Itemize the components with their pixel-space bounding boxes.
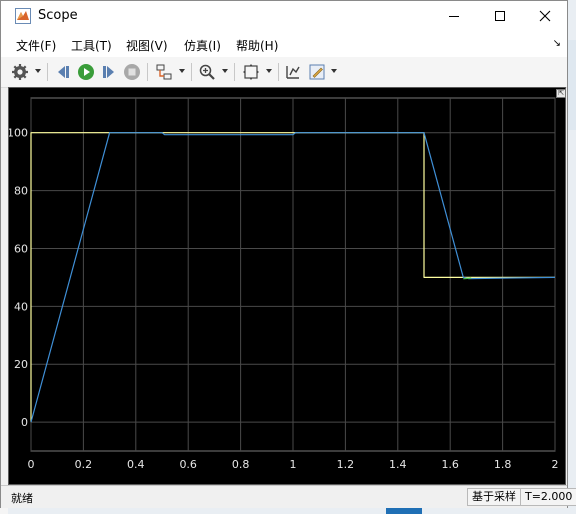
x-tick-label: 1.6	[441, 458, 459, 471]
x-tick-label: 1	[290, 458, 297, 471]
maximize-icon	[495, 11, 505, 21]
scope-display[interactable]: 0 0.2 0.4 0.6 0.8 1 1.2 1.4 1.6 1.8 2 0 20 40 60 80 100	[8, 87, 566, 485]
background-right-strip	[568, 40, 576, 130]
step-forward-button[interactable]	[99, 62, 119, 82]
fit-to-view-dropdown-arrow[interactable]	[266, 69, 272, 73]
minimize-button[interactable]	[431, 1, 477, 31]
menu-tools[interactable]: 工具(T)	[71, 37, 112, 54]
undock-axes-icon[interactable]: ⇱	[556, 89, 566, 98]
x-tick-label: 1.4	[389, 458, 407, 471]
toolbar-separator	[47, 63, 48, 81]
stop-button[interactable]	[122, 62, 142, 82]
y-tick-label: 0	[21, 416, 28, 429]
x-tick-label: 1.2	[337, 458, 355, 471]
menu-help[interactable]: 帮助(H)	[236, 37, 278, 54]
y-tick-label: 60	[14, 242, 28, 255]
stop-icon	[124, 64, 140, 80]
status-text: 就绪	[11, 492, 33, 505]
settings-dropdown-arrow[interactable]	[35, 69, 41, 73]
run-icon	[78, 64, 94, 80]
x-tick-label: 0.4	[127, 458, 145, 471]
menu-file[interactable]: 文件(F)	[16, 37, 56, 54]
run-button[interactable]	[76, 62, 96, 82]
simulation-time: T=2.000	[520, 488, 576, 506]
style-dropdown-arrow[interactable]	[331, 69, 337, 73]
fit-to-view-icon	[243, 64, 259, 80]
signal-tracing-icon	[156, 64, 172, 80]
dock-arrow-icon[interactable]: ↘	[553, 38, 561, 49]
style-icon	[309, 64, 325, 80]
fit-to-view-button[interactable]	[241, 62, 261, 82]
menu-view[interactable]: 视图(V)	[126, 37, 168, 54]
series-line-3	[463, 277, 472, 280]
maximize-button[interactable]	[477, 1, 523, 31]
gear-icon	[12, 64, 28, 80]
toolbar-separator	[278, 63, 279, 81]
minimize-icon	[449, 16, 459, 17]
signal-tracing-button[interactable]	[154, 62, 174, 82]
menu-simulation[interactable]: 仿真(I)	[184, 37, 221, 54]
close-button[interactable]	[522, 1, 568, 31]
status-bar: 就绪 基于采样 T=2.000	[1, 485, 576, 508]
toolbar-separator	[147, 63, 148, 81]
x-tick-label: 0	[28, 458, 35, 471]
y-tick-label: 40	[14, 300, 28, 313]
y-tick-label: 100	[9, 127, 28, 140]
signal-tracing-dropdown-arrow[interactable]	[179, 69, 185, 73]
window-title: Scope	[38, 8, 78, 23]
step-back-button[interactable]	[53, 62, 73, 82]
x-tick-label: 1.8	[494, 458, 512, 471]
y-tick-label: 80	[14, 185, 28, 198]
x-tick-label: 2	[552, 458, 559, 471]
x-tick-label: 0.2	[75, 458, 93, 471]
sample-based-indicator: 基于采样	[467, 488, 521, 506]
style-button[interactable]	[307, 62, 327, 82]
title-bar[interactable]: Scope	[1, 1, 567, 31]
scope-plot[interactable]: 0 0.2 0.4 0.6 0.8 1 1.2 1.4 1.6 1.8 2020406080100	[9, 88, 565, 484]
close-icon	[539, 10, 551, 22]
zoom-button[interactable]	[197, 62, 217, 82]
step-forward-icon	[103, 66, 114, 78]
x-tick-label: 0.8	[232, 458, 250, 471]
y-tick-label: 20	[14, 358, 28, 371]
settings-button[interactable]	[10, 62, 30, 82]
step-back-icon	[58, 66, 69, 78]
toolbar	[1, 57, 567, 88]
x-tick-label: 0.6	[179, 458, 197, 471]
zoom-dropdown-arrow[interactable]	[222, 69, 228, 73]
matlab-scope-icon	[15, 8, 31, 24]
cursor-measurement-button[interactable]	[283, 62, 303, 82]
toolbar-separator	[191, 63, 192, 81]
toolbar-separator	[234, 63, 235, 81]
cursor-measurement-icon	[286, 66, 300, 79]
zoom-in-icon	[199, 64, 215, 80]
menu-bar: 文件(F) 工具(T) 视图(V) 仿真(I) 帮助(H) ↘	[1, 31, 567, 57]
plot-background	[9, 88, 565, 484]
scope-window: Scope 文件(F) 工具(T) 视图(V) 仿真(I) 帮助(H) ↘ 0 …	[0, 0, 576, 508]
